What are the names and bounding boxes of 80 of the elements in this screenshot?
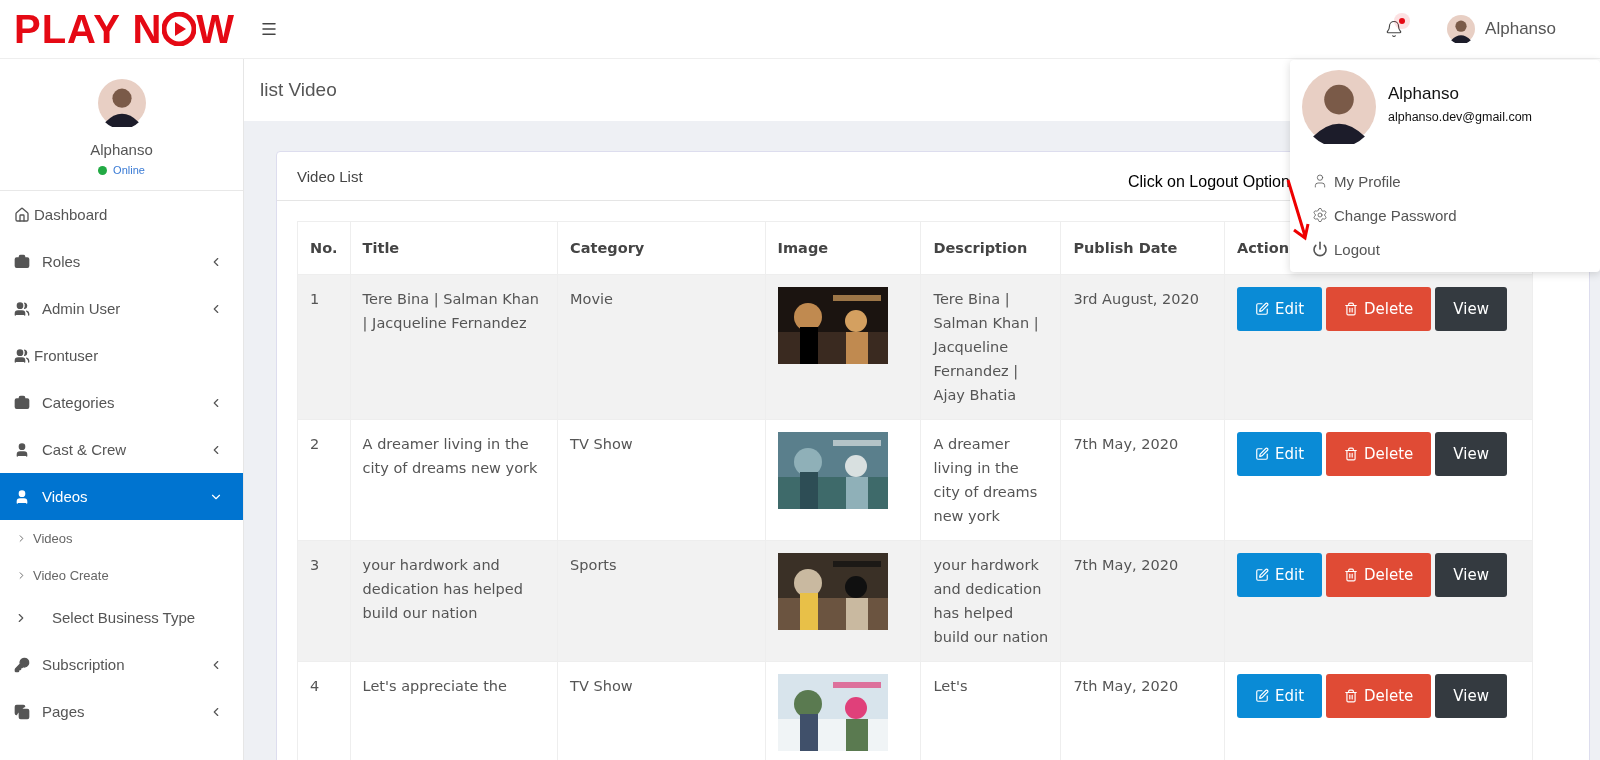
submenu-item[interactable]: Video Create — [0, 557, 243, 594]
table-cell: TV Show — [557, 419, 766, 541]
view-button[interactable]: View — [1435, 674, 1507, 718]
view-button[interactable]: View — [1435, 553, 1507, 597]
table-cell: your hardwork and dedication has helped build our nation — [350, 540, 558, 662]
avatar — [1447, 15, 1476, 43]
power-icon — [1312, 241, 1328, 257]
briefcase-icon — [14, 394, 30, 411]
avatar — [97, 79, 146, 127]
bell-icon — [1385, 20, 1404, 38]
edit-button[interactable]: Edit — [1237, 287, 1323, 331]
user-email: alphanso.dev@gmail.com — [1388, 110, 1532, 124]
menu-item[interactable]: Logout — [1312, 232, 1380, 266]
person-icon — [14, 441, 30, 458]
table-cell: A dreamer living in the city of dreams new york — [921, 419, 1061, 541]
sidebar-item[interactable]: Dashboard — [0, 191, 243, 238]
table-cell: 4 — [297, 661, 351, 760]
delete-button[interactable]: Delete — [1326, 553, 1432, 597]
view-button[interactable]: View — [1435, 432, 1507, 476]
edit-icon — [1255, 447, 1269, 461]
user-icon — [1312, 173, 1328, 189]
user-name: Alphanso — [1388, 84, 1460, 104]
trash-icon — [1344, 302, 1359, 316]
table-cell: 7th May, 2020 — [1060, 540, 1225, 662]
delete-button[interactable]: Delete — [1326, 674, 1432, 718]
column-header: Description — [921, 221, 1061, 275]
submenu-item[interactable]: Videos — [0, 520, 243, 557]
column-header: No. — [297, 221, 351, 275]
menu-item[interactable]: My Profile — [1312, 164, 1401, 198]
pages-icon — [14, 703, 30, 720]
sidebar-item[interactable]: Select Business Type — [0, 594, 243, 641]
table-cell: your hardwork and dedication has helped build our nation — [921, 540, 1061, 662]
table-cell: Movie — [557, 274, 766, 420]
user-name: Alphanso — [90, 141, 153, 158]
delete-button[interactable]: Delete — [1326, 287, 1432, 331]
table-cell: 3 — [297, 540, 351, 662]
trash-icon — [1344, 447, 1359, 461]
edit-button[interactable]: Edit — [1237, 674, 1323, 718]
home-icon — [14, 206, 30, 223]
play-icon — [162, 12, 197, 46]
table-cell: Sports — [557, 540, 766, 662]
table-cell: A dreamer living in the city of dreams new york — [350, 419, 558, 541]
sidebar-item[interactable]: Categories — [0, 379, 243, 426]
sidebar-item[interactable]: Admin User — [0, 285, 243, 332]
column-header: Category — [557, 221, 766, 275]
table-cell: Tere Bina | Salman Khan | Jacqueline Fernandez — [350, 274, 558, 420]
person-icon — [14, 488, 30, 505]
logo: PLAY N W — [14, 9, 237, 49]
sidebar-item[interactable]: Roles — [0, 238, 243, 285]
edit-button[interactable]: Edit — [1237, 432, 1323, 476]
edit-icon — [1255, 689, 1269, 703]
annotation-text: Click on Logout Option — [1128, 173, 1290, 191]
column-header: Image — [765, 221, 921, 275]
table-cell: 3rd August, 2020 — [1060, 274, 1225, 420]
table-cell: 2 — [297, 419, 351, 541]
user-name[interactable]: Alphanso — [1485, 19, 1556, 39]
gear-icon — [1312, 207, 1328, 223]
sidebar-item[interactable]: Cast & Crew — [0, 426, 243, 473]
sidebar-item[interactable]: Pages — [0, 688, 243, 735]
column-header: Title — [350, 221, 558, 275]
menu-icon — [260, 20, 278, 38]
edit-icon — [1255, 302, 1269, 316]
key-icon — [14, 656, 30, 673]
trash-icon — [1344, 689, 1359, 703]
sidebar-item[interactable]: Videos — [0, 473, 243, 520]
trash-icon — [1344, 568, 1359, 582]
edit-button[interactable]: Edit — [1237, 553, 1323, 597]
table-cell: 1 — [297, 274, 351, 420]
delete-button[interactable]: Delete — [1326, 432, 1432, 476]
briefcase-icon — [14, 253, 30, 270]
status-text: Online — [113, 164, 145, 176]
sidebar-item[interactable]: Frontuser — [0, 332, 243, 379]
users-icon — [14, 347, 30, 364]
table-cell: 7th May, 2020 — [1060, 419, 1225, 541]
edit-icon — [1255, 568, 1269, 582]
view-button[interactable]: View — [1435, 287, 1507, 331]
users-icon — [14, 300, 30, 317]
sidebar-item[interactable]: Subscription — [0, 641, 243, 688]
column-header: Publish Date — [1060, 221, 1225, 275]
table-cell: Tere Bina | Salman Khan | Jacqueline Fernandez | Ajay Bhatia — [921, 274, 1061, 420]
